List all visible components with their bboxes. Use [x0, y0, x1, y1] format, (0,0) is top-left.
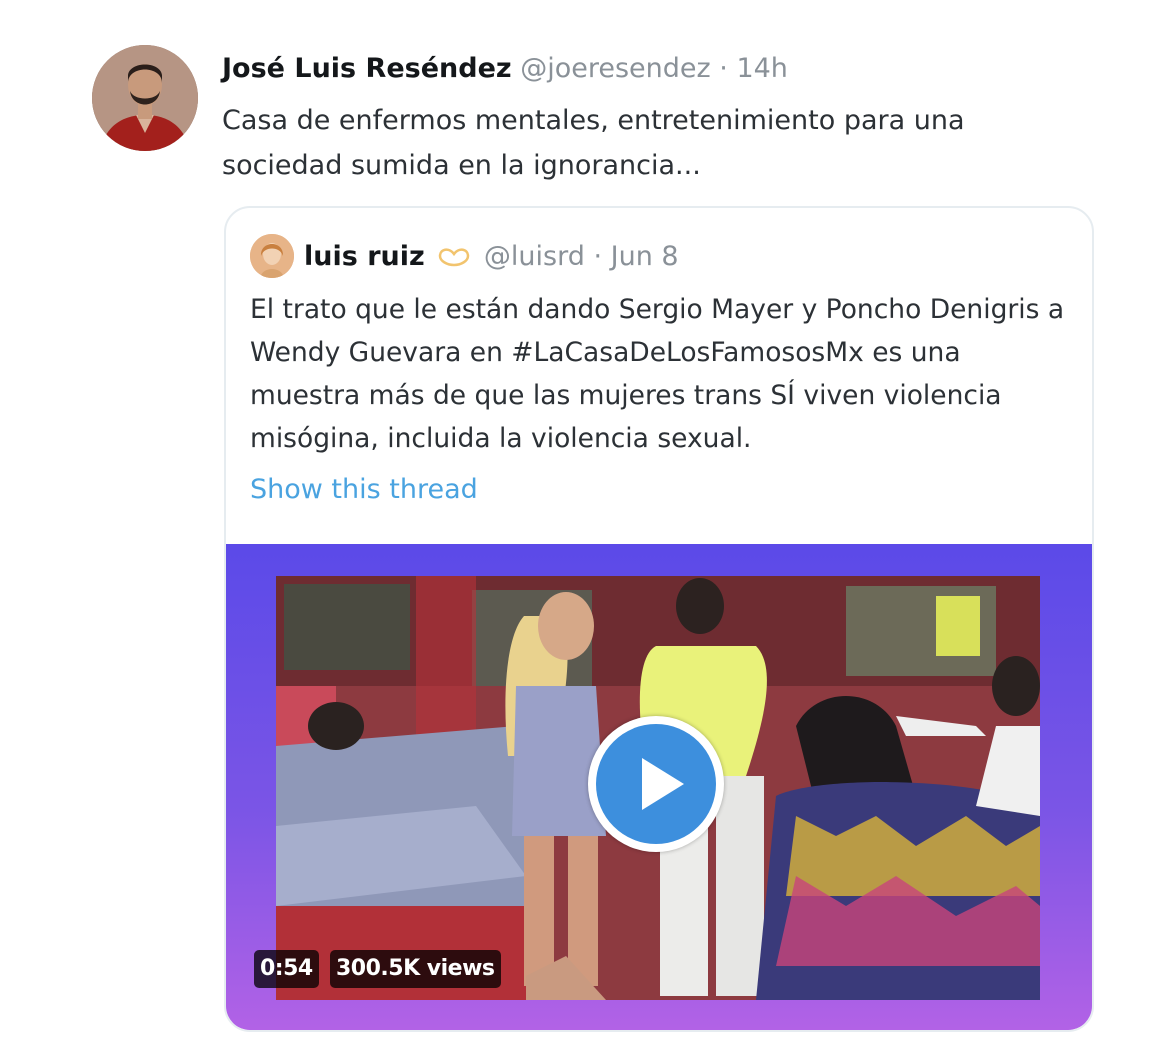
play-button[interactable]: [588, 716, 724, 852]
author-name[interactable]: José Luis Reséndez: [222, 53, 512, 84]
quoted-author-handle[interactable]: @luisrd: [484, 241, 585, 272]
video-view-count: 300.5K views: [330, 950, 501, 988]
tweet-header: José Luis Reséndez @joeresendez · 14h: [222, 50, 788, 88]
tweet[interactable]: José Luis Reséndez @joeresendez · 14h Ca…: [0, 0, 1170, 1052]
quoted-text: El trato que le están dando Sergio Mayer…: [250, 294, 1065, 454]
tweet-timestamp[interactable]: 14h: [736, 53, 787, 84]
quoted-date[interactable]: Jun 8: [611, 241, 679, 272]
author-avatar[interactable]: [92, 45, 198, 151]
separator: ·: [593, 241, 603, 272]
author-handle[interactable]: @joeresendez: [520, 53, 710, 84]
show-thread-link[interactable]: Show this thread: [250, 470, 478, 510]
separator: ·: [719, 53, 728, 84]
quoted-header: luis ruiz @luisrd · Jun 8: [304, 238, 679, 276]
heart-hands-icon: [437, 241, 480, 272]
quoted-author-name[interactable]: luis ruiz: [304, 241, 425, 272]
tweet-text: Casa de enfermos mentales, entretenimien…: [222, 105, 965, 181]
video-player[interactable]: 0:54 300.5K views: [226, 544, 1092, 1030]
quoted-author-avatar[interactable]: [250, 234, 294, 278]
video-duration: 0:54: [254, 950, 319, 988]
play-icon[interactable]: [596, 724, 716, 844]
quoted-tweet[interactable]: luis ruiz @luisrd · Jun 8 El trato que l…: [224, 206, 1094, 1032]
